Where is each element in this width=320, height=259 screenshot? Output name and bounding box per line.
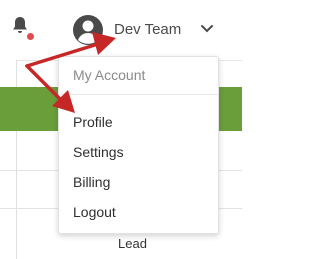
app-page: Dev Team Lead My Account Profile Setting… <box>0 0 242 259</box>
user-avatar-icon <box>73 15 103 45</box>
user-name[interactable]: Dev Team <box>114 21 181 38</box>
menu-item-billing[interactable]: Billing <box>73 174 110 190</box>
menu-divider <box>59 94 218 95</box>
chevron-down-icon[interactable] <box>200 24 214 34</box>
menu-item-settings[interactable]: Settings <box>73 144 124 160</box>
notifications-button[interactable] <box>8 14 35 41</box>
account-dropdown-menu: My Account Profile Settings Billing Logo… <box>58 56 219 234</box>
table-cell-lead: Lead <box>118 236 147 251</box>
menu-item-logout[interactable]: Logout <box>73 204 116 220</box>
user-avatar[interactable] <box>72 14 104 46</box>
menu-header-my-account: My Account <box>73 67 146 83</box>
top-header: Dev Team <box>0 0 242 61</box>
notification-dot <box>26 32 35 41</box>
menu-item-profile[interactable]: Profile <box>73 114 113 130</box>
